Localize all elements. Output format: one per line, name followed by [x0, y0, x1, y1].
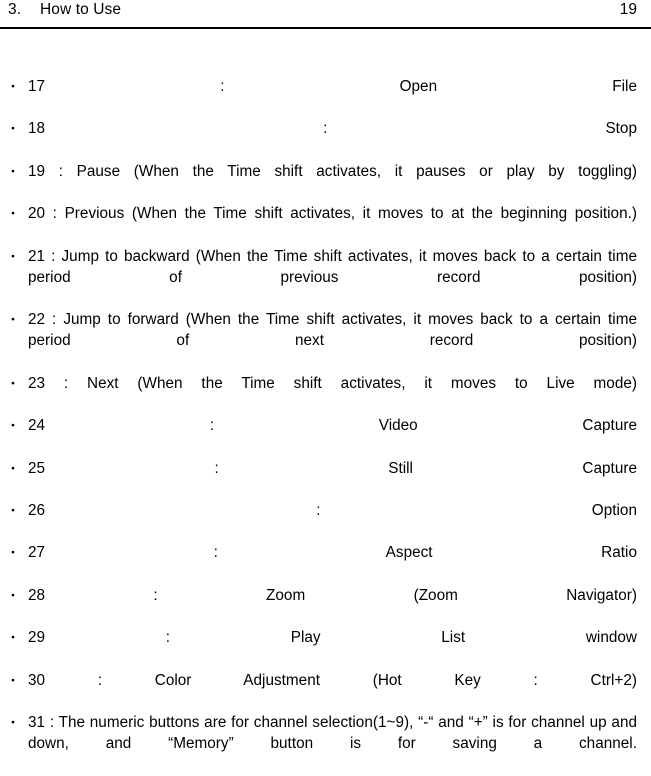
header-section-number: 3. [8, 1, 22, 18]
list-item: 19 : Pause (When the Time shift activate… [0, 161, 651, 203]
list-item-label: 24 : Video Capture [28, 417, 637, 435]
list-item-label: 19 : Pause (When the Time shift activate… [28, 162, 637, 180]
document-page: 3. How to Use 19 17 : Open File 18 : Stop… [0, 0, 651, 752]
list-item-label: 31 : The numeric buttons are for channel… [28, 714, 637, 753]
list-item: 28 : Zoom (Zoom Navigator) [0, 585, 651, 627]
list-item-label: 30 : Color Adjustment (Hot Key : Ctrl+2) [28, 671, 637, 689]
list-item-label: 20 : Previous (When the Time shift activ… [28, 205, 637, 223]
list-item-label: 29 : Play List window [28, 629, 637, 647]
list-item: 30 : Color Adjustment (Hot Key : Ctrl+2) [0, 670, 651, 712]
feature-list: 17 : Open File 18 : Stop 19 : Pause (When … [0, 76, 651, 776]
list-item: 17 : Open File [0, 76, 651, 118]
list-item-label: 28 : Zoom (Zoom Navigator) [28, 586, 637, 604]
list-item: 24 : Video Capture [0, 415, 651, 457]
list-item-label: 22 : Jump to forward (When the Time shif… [28, 311, 637, 350]
list-item-label: 23 : Next (When the Time shift activates… [28, 374, 637, 392]
list-item-label: 26 : Option [28, 502, 637, 520]
list-item-label: 25 : Still Capture [28, 459, 637, 477]
page-number: 19 [619, 1, 637, 18]
list-item: 31 : The numeric buttons are for channel… [0, 712, 651, 776]
header-divider [0, 27, 651, 29]
list-item: 21 : Jump to backward (When the Time shi… [0, 246, 651, 310]
list-item-label: 17 : Open File [28, 78, 637, 95]
list-item: 23 : Next (When the Time shift activates… [0, 373, 651, 415]
list-item: 26 : Option [0, 500, 651, 542]
list-item: 18 : Stop [0, 118, 651, 160]
list-item: 25 : Still Capture [0, 458, 651, 500]
page-content: 17 : Open File 18 : Stop 19 : Pause (When … [0, 76, 651, 776]
list-item-label: 21 : Jump to backward (When the Time shi… [28, 247, 637, 286]
header-title: How to Use [40, 1, 122, 18]
list-item-label: 27 : Aspect Ratio [28, 544, 637, 562]
list-item: 22 : Jump to forward (When the Time shif… [0, 309, 651, 373]
list-item: 27 : Aspect Ratio [0, 542, 651, 584]
page-header: 3. How to Use 19 [0, 0, 651, 28]
list-item: 29 : Play List window [0, 627, 651, 669]
list-item: 20 : Previous (When the Time shift activ… [0, 203, 651, 245]
list-item-label: 18 : Stop [28, 120, 637, 138]
